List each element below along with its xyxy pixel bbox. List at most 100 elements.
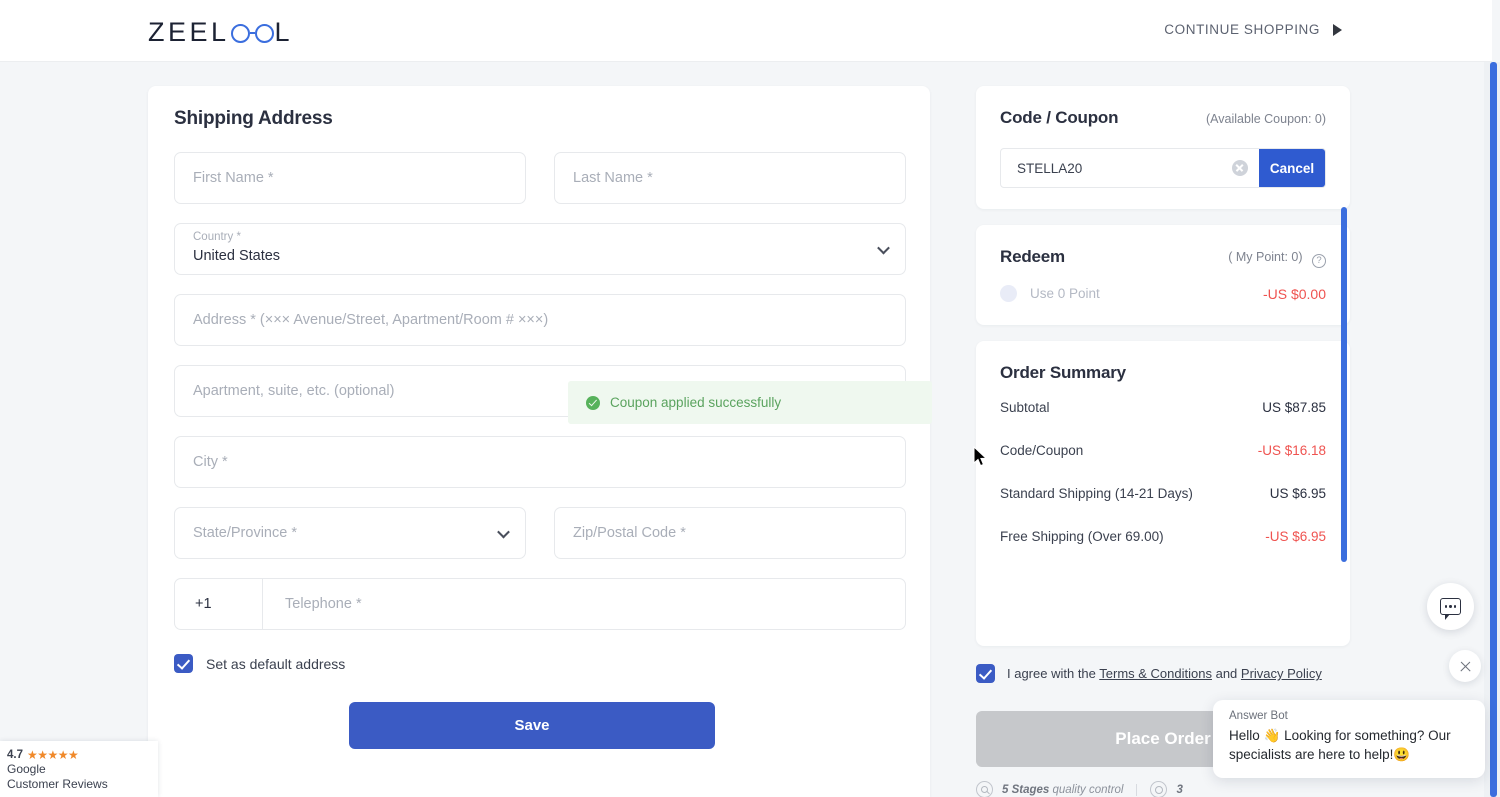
trust-quality-rest: quality control <box>1052 783 1124 796</box>
chat-bot-name: Answer Bot <box>1229 710 1288 722</box>
star-rating-icon: ★★★★★ <box>27 748 79 762</box>
coupon-input[interactable]: STELLA20 <box>1001 161 1232 176</box>
table-row: Subtotal US $87.85 <box>976 389 1350 426</box>
glasses-icon <box>230 23 274 43</box>
summary-value: -US $16.18 <box>1257 443 1326 458</box>
name-row: First Name * Last Name * <box>174 152 906 204</box>
city-field[interactable]: City * <box>174 436 906 488</box>
default-address-row[interactable]: Set as default address <box>174 654 906 673</box>
terms-middle: and <box>1211 666 1241 681</box>
address-field[interactable]: Address * (××× Avenue/Street, Apartment/… <box>174 294 906 346</box>
sidebar-scrollbar[interactable] <box>1341 207 1347 562</box>
default-address-label: Set as default address <box>206 655 346 672</box>
address-placeholder: Address * (××× Avenue/Street, Apartment/… <box>193 312 549 328</box>
save-button-label: Save <box>514 717 550 734</box>
zip-placeholder: Zip/Postal Code * <box>573 525 686 541</box>
page-content: Shipping Address First Name * Last Name … <box>0 62 1492 797</box>
terms-conditions-link[interactable]: Terms & Conditions <box>1099 666 1212 681</box>
chat-bubble-button[interactable] <box>1427 583 1474 630</box>
privacy-policy-link[interactable]: Privacy Policy <box>1241 666 1322 681</box>
google-rating-score: 4.7 <box>7 749 23 761</box>
cancel-coupon-button[interactable]: Cancel <box>1259 149 1325 187</box>
zeelool-logo[interactable]: ZEEL L <box>148 15 293 49</box>
telephone-field[interactable]: Telephone * <box>263 579 905 629</box>
chat-bubble-icon <box>1440 598 1461 620</box>
terms-checkbox[interactable] <box>976 664 995 683</box>
triangle-right-icon <box>1333 23 1342 36</box>
table-row: Standard Shipping (14-21 Days) US $6.95 <box>976 475 1350 512</box>
trust-badge-second: 3 <box>1150 781 1183 797</box>
terms-text: I agree with the Terms & Conditions and … <box>1007 666 1322 681</box>
city-placeholder: City * <box>193 454 228 470</box>
my-point-count: ( My Point: 0) <box>1228 250 1303 264</box>
magnifier-circle-icon <box>976 781 993 797</box>
continue-shopping-label: CONTINUE SHOPPING <box>1164 22 1320 37</box>
trust-quality-bold: 5 Stages <box>1002 783 1050 796</box>
city-row: City * <box>174 436 906 488</box>
phone-country-code[interactable]: +1 <box>175 579 263 629</box>
telephone-placeholder: Telephone * <box>285 596 362 612</box>
checkout-page: ZEEL L CONTINUE SHOPPING Shipping Addres… <box>0 0 1500 797</box>
trust-badges: 5 Stages quality control 3 <box>976 781 1396 797</box>
first-name-placeholder: First Name * <box>193 170 274 186</box>
google-customer-reviews[interactable]: 4.7 ★★★★★ Google Customer Reviews <box>0 741 158 797</box>
place-order-label: Place Order <box>1115 729 1211 748</box>
logo-text-suffix: L <box>274 16 294 47</box>
state-placeholder: State/Province * <box>193 525 297 541</box>
order-summary-panel: Order Summary Subtotal US $87.85 Code/Co… <box>976 341 1350 646</box>
last-name-field[interactable]: Last Name * <box>554 152 906 204</box>
chevron-down-icon <box>877 241 890 255</box>
summary-value: US $6.95 <box>1269 486 1326 501</box>
order-summary-title: Order Summary <box>1000 363 1126 382</box>
telephone-row: +1 Telephone * <box>174 578 906 630</box>
summary-value: US $87.85 <box>1262 400 1326 415</box>
apartment-placeholder: Apartment, suite, etc. (optional) <box>193 383 395 399</box>
summary-label: Standard Shipping (14-21 Days) <box>1000 486 1193 501</box>
question-circle-icon[interactable]: ? <box>1312 254 1326 268</box>
continue-shopping-link[interactable]: CONTINUE SHOPPING <box>1164 22 1342 37</box>
coupon-input-group: STELLA20 Cancel <box>1000 148 1326 188</box>
summary-label: Subtotal <box>1000 400 1050 415</box>
terms-row[interactable]: I agree with the Terms & Conditions and … <box>976 664 1350 683</box>
trust-badge-quality: 5 Stages quality control <box>976 781 1123 797</box>
summary-label: Free Shipping (Over 69.00) <box>1000 529 1164 544</box>
target-circle-icon <box>1150 781 1168 797</box>
chat-popup[interactable]: Answer Bot Hello 👋 Looking for something… <box>1213 700 1485 778</box>
last-name-placeholder: Last Name * <box>573 170 653 186</box>
coupon-title: Code / Coupon <box>1000 108 1119 127</box>
default-address-checkbox[interactable] <box>174 654 193 673</box>
coupon-header: Code / Coupon (Available Coupon: 0) <box>976 86 1350 128</box>
save-button[interactable]: Save <box>349 702 715 749</box>
terms-prefix: I agree with the <box>1007 666 1100 681</box>
first-name-field[interactable]: First Name * <box>174 152 526 204</box>
use-point-left: Use 0 Point <box>1000 285 1100 302</box>
close-icon <box>1459 660 1472 673</box>
google-label-line1: Google <box>7 762 46 776</box>
use-point-amount: -US $0.00 <box>1262 285 1326 302</box>
shipping-form: First Name * Last Name * Country * Unite… <box>174 152 906 749</box>
zip-field[interactable]: Zip/Postal Code * <box>554 507 906 559</box>
state-select[interactable]: State/Province * <box>174 507 526 559</box>
toast-message: Coupon applied successfully <box>610 395 782 410</box>
google-label-line2: Customer Reviews <box>7 777 108 792</box>
logo-text-prefix: ZEEL <box>148 16 230 47</box>
page-title: Shipping Address <box>174 108 333 129</box>
my-point-group: ( My Point: 0) ? <box>1228 248 1326 268</box>
table-row: Code/Coupon -US $16.18 <box>976 432 1350 469</box>
address-row: Address * (××× Avenue/Street, Apartment/… <box>174 294 906 346</box>
clear-circle-icon[interactable] <box>1232 160 1248 176</box>
mouse-cursor <box>973 446 988 467</box>
trust-quality-text: 5 Stages quality control <box>1002 784 1123 796</box>
country-value: United States <box>193 248 281 264</box>
chat-close-button[interactable] <box>1449 650 1481 682</box>
chat-message: Hello 👋 Looking for something? Our speci… <box>1229 728 1451 762</box>
page-scrollbar-thumb[interactable] <box>1490 62 1497 797</box>
shipping-address-panel: Shipping Address First Name * Last Name … <box>148 86 930 797</box>
chevron-down-icon <box>497 525 510 539</box>
country-select[interactable]: Country * United States <box>174 223 906 275</box>
redeem-title: Redeem <box>1000 247 1065 266</box>
use-point-radio[interactable] <box>1000 285 1017 302</box>
check-circle-icon <box>586 395 600 410</box>
summary-value: -US $6.95 <box>1265 529 1326 544</box>
use-point-row: Use 0 Point -US $0.00 <box>976 267 1350 302</box>
